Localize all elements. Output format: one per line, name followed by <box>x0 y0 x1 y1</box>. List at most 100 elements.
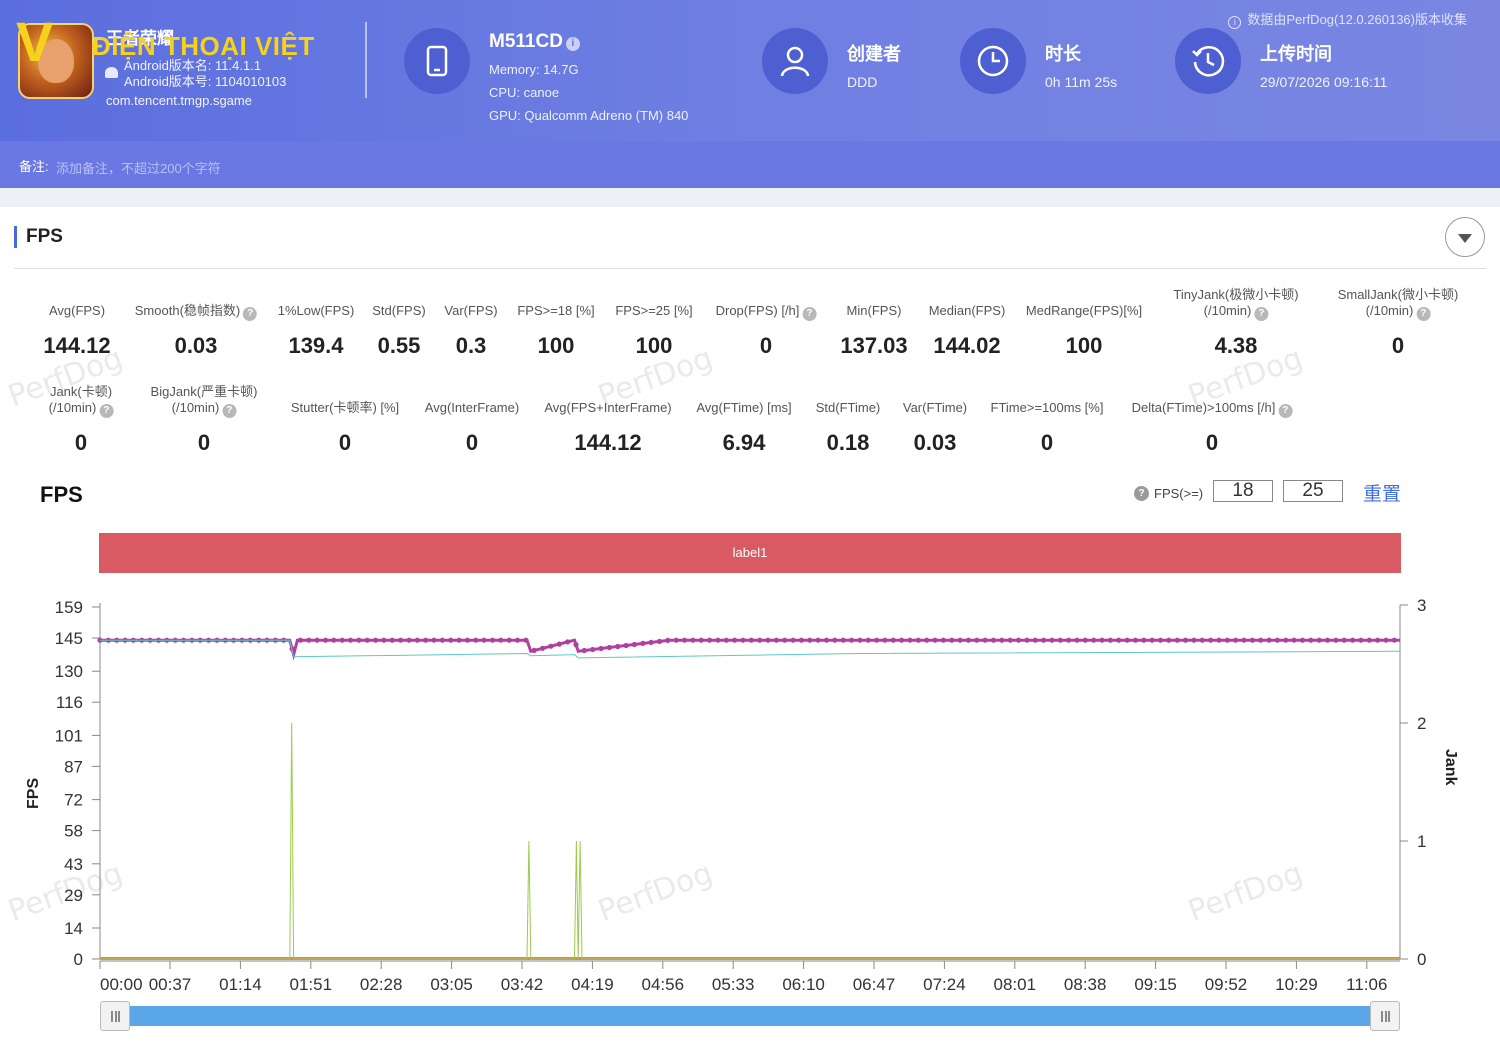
y2-tick-label: 0 <box>1417 950 1426 969</box>
device-info-icon[interactable]: i <box>565 37 580 51</box>
stat-fps-ge-18: FPS>=18 [%] 100 <box>517 303 595 358</box>
fps-threshold-input-2[interactable] <box>1283 480 1343 502</box>
fps-point <box>1258 637 1264 643</box>
x-tick-label: 01:14 <box>219 975 262 994</box>
device-cpu: CPU: canoe <box>489 85 560 100</box>
help-icon[interactable]: ? <box>243 307 258 321</box>
x-tick-label: 08:38 <box>1064 975 1107 994</box>
help-icon[interactable]: ? <box>1416 307 1431 321</box>
fps-point <box>615 643 621 650</box>
fps-point <box>531 647 537 653</box>
fps-point <box>464 637 470 643</box>
fps-point <box>1057 637 1063 643</box>
fps-point <box>648 639 654 645</box>
package-name: com.tencent.tmgp.sgame <box>106 93 252 108</box>
fps-point <box>339 637 345 643</box>
fps-point <box>523 637 529 643</box>
grip-icon <box>1381 1011 1390 1022</box>
help-icon[interactable]: ? <box>802 307 817 321</box>
grip-icon <box>111 1011 120 1022</box>
help-icon[interactable]: ? <box>99 404 114 418</box>
help-icon[interactable]: ? <box>1254 307 1269 321</box>
time-range-slider[interactable] <box>100 1006 1400 1026</box>
fps-point <box>347 637 354 643</box>
x-tick-label: 07:24 <box>923 975 966 994</box>
reset-button[interactable]: 重置 <box>1363 479 1401 506</box>
android-version-code: Android版本号: 1104010103 <box>124 74 287 89</box>
stat-delta-ftime: Delta(FTime)>100ms [/h]? 0 <box>1132 400 1293 455</box>
clock-icon <box>960 28 1026 94</box>
fps-point <box>899 637 905 643</box>
fps-point <box>631 641 638 648</box>
y-tick-label: 72 <box>64 791 83 810</box>
android-version-info: Android版本名: 11.4.1.1 Android版本号: 1104010… <box>124 58 286 90</box>
help-icon[interactable]: ? <box>1134 486 1149 501</box>
fps-point <box>439 637 445 643</box>
tablet-icon <box>404 28 470 94</box>
help-icon[interactable]: ? <box>1278 404 1293 418</box>
x-axis-ticks: 00:00 00:37 01:14 01:51 02:28 03:05 03:42 04:19… <box>99 961 1387 994</box>
fps-point <box>1233 637 1239 643</box>
fps-point <box>882 637 888 643</box>
help-icon[interactable]: ? <box>222 404 237 418</box>
stat-1pct-low-fps: 1%Low(FPS) 139.4 <box>277 303 355 358</box>
fps-point <box>782 637 788 643</box>
remark-label: 备注: <box>19 159 49 174</box>
y-tick-label: 101 <box>55 726 83 745</box>
fps-point <box>773 637 780 643</box>
fps-point <box>1099 637 1105 643</box>
fps-point <box>1308 637 1314 643</box>
stat-avg-interframe: Avg(InterFrame) 0 <box>424 400 520 455</box>
fps-point <box>1074 637 1080 643</box>
collapse-button[interactable] <box>1445 217 1485 257</box>
fps-point <box>1291 637 1297 643</box>
android-version-name: Android版本名: 11.4.1.1 <box>124 58 262 73</box>
fps-point <box>306 637 312 643</box>
data-source-note: i 数据由PerfDog(12.0.260136)版本收集 <box>1228 9 1467 29</box>
y-tick-label: 29 <box>64 886 83 905</box>
fps-point <box>707 637 713 643</box>
fps-point <box>1191 637 1197 643</box>
fps-point <box>915 637 921 643</box>
creator-value: DDD <box>847 74 878 90</box>
stat-std-ftime: Std(FTime) 0.18 <box>815 400 881 455</box>
stat-medrange-fps: MedRange(FPS)[%] 100 <box>1025 303 1143 358</box>
fps-threshold-input-1[interactable] <box>1213 480 1273 502</box>
report-header: i 数据由PerfDog(12.0.260136)版本收集 V 王者荣耀 ĐIỆN… <box>0 0 1500 188</box>
remark-bar: 备注: 添加备注，不超过200个字符 <box>0 141 1500 188</box>
slider-handle-right[interactable] <box>1370 1001 1400 1031</box>
fps-point <box>548 643 554 649</box>
fps-point <box>848 637 855 643</box>
fps-point <box>1182 637 1189 643</box>
fps-point <box>556 641 562 647</box>
stat-drop-fps: Drop(FPS) [/h]? 0 <box>716 303 817 358</box>
y-tick-label: 43 <box>64 855 83 874</box>
fps-point <box>924 637 930 643</box>
stat-smooth: Smooth(稳帧指数)? 0.03 <box>135 303 258 358</box>
fps-point <box>473 637 479 643</box>
fps-point <box>1007 637 1013 643</box>
fps-point <box>573 642 579 648</box>
fps-point <box>1116 637 1122 643</box>
x-tick-label: 11:06 <box>1346 975 1387 994</box>
fps-point <box>865 637 871 643</box>
fps-point <box>874 637 880 643</box>
fps-point <box>398 637 404 643</box>
x-tick-label: 06:10 <box>782 975 825 994</box>
fps-point <box>414 637 420 643</box>
stat-tinyjank: TinyJank(极微小卡顿) (/10min)? 4.38 <box>1173 287 1299 358</box>
fps-point <box>514 637 521 643</box>
stat-ftime-ge-100ms: FTime>=100ms [%] 0 <box>990 400 1104 455</box>
device-gpu: GPU: Qualcomm Adreno (TM) 840 <box>489 108 689 123</box>
stat-jank: Jank(卡顿) (/10min)? 0 <box>48 384 114 455</box>
x-tick-label: 06:47 <box>853 975 896 994</box>
label-bar[interactable]: label1 <box>99 533 1401 573</box>
y-tick-label: 14 <box>64 919 83 938</box>
fps-point <box>1157 637 1164 643</box>
slider-handle-left[interactable] <box>100 1001 130 1031</box>
fps-point <box>356 637 362 643</box>
section-title: FPS <box>14 226 63 248</box>
fps-point <box>540 645 546 651</box>
remark-input[interactable]: 添加备注，不超过200个字符 <box>56 158 221 177</box>
fps-point <box>1316 637 1322 643</box>
